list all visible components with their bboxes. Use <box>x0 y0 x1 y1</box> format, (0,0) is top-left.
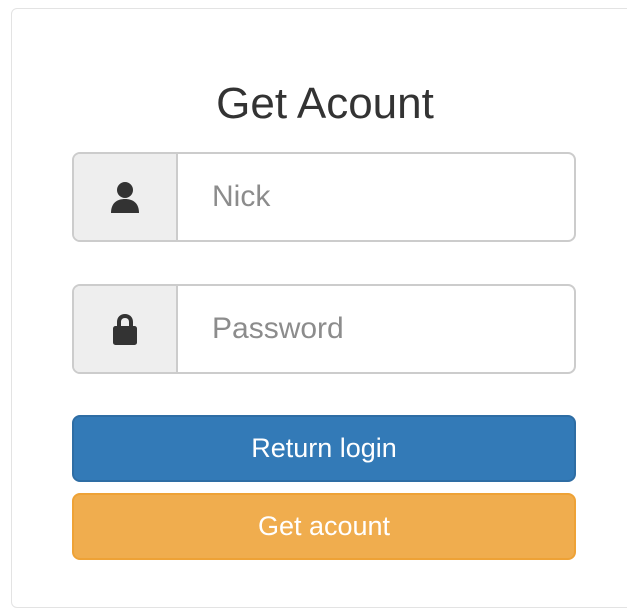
nick-addon <box>74 154 178 240</box>
password-addon <box>74 286 178 372</box>
get-account-button[interactable]: Get acount <box>72 493 576 560</box>
lock-icon <box>113 314 137 345</box>
return-login-button[interactable]: Return login <box>72 415 576 482</box>
password-input[interactable] <box>178 286 574 372</box>
user-icon <box>111 182 139 213</box>
nick-input-group <box>72 152 576 242</box>
page-title: Get Acount <box>216 79 434 128</box>
nick-input[interactable] <box>178 154 574 240</box>
password-input-group <box>72 284 576 374</box>
